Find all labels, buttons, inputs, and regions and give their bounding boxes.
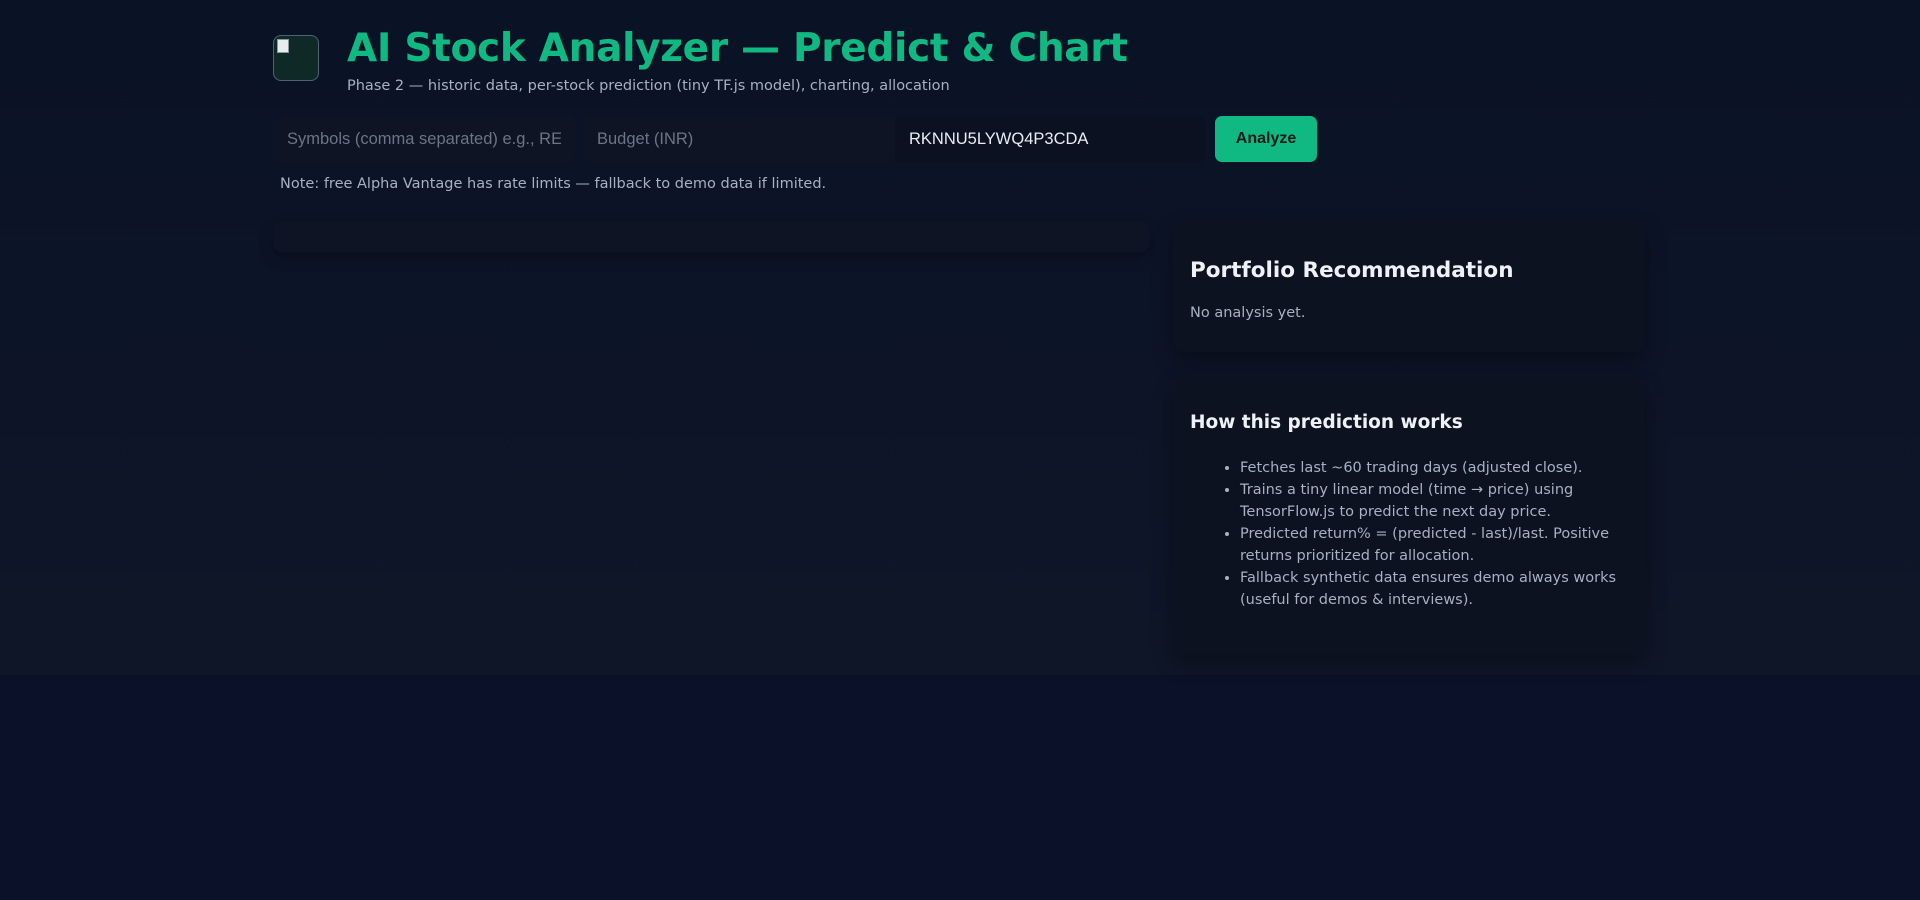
app-header: AI Stock Analyzer — Predict & Chart Phas… <box>273 26 1128 94</box>
how-it-works-card: How this prediction works Fetches last ~… <box>1173 380 1645 655</box>
how-it-works-title: How this prediction works <box>1190 412 1463 433</box>
analysis-controls: Analyze <box>273 116 1317 162</box>
list-item: Trains a tiny linear model (time → price… <box>1240 479 1628 523</box>
broken-image-icon <box>277 39 289 53</box>
page-title: AI Stock Analyzer — Predict & Chart <box>347 26 1128 71</box>
budget-input[interactable] <box>583 116 895 162</box>
results-panel <box>273 222 1149 252</box>
header-text: AI Stock Analyzer — Predict & Chart Phas… <box>347 26 1128 94</box>
app-logo-image <box>273 35 319 81</box>
analyze-button[interactable]: Analyze <box>1215 116 1317 162</box>
rate-limit-note: Note: free Alpha Vantage has rate limits… <box>280 176 827 192</box>
page-subtitle: Phase 2 — historic data, per-stock predi… <box>347 78 950 94</box>
portfolio-title: Portfolio Recommendation <box>1190 258 1514 283</box>
symbols-input[interactable] <box>273 116 575 162</box>
portfolio-status: No analysis yet. <box>1190 305 1306 321</box>
portfolio-card: Portfolio Recommendation No analysis yet… <box>1173 222 1645 352</box>
list-item: Fetches last ~60 trading days (adjusted … <box>1240 457 1628 479</box>
list-item: Fallback synthetic data ensures demo alw… <box>1240 567 1628 611</box>
list-item: Predicted return% = (predicted - last)/l… <box>1240 523 1628 567</box>
how-it-works-list: Fetches last ~60 trading days (adjusted … <box>1190 457 1628 611</box>
api-key-input[interactable] <box>895 116 1205 162</box>
